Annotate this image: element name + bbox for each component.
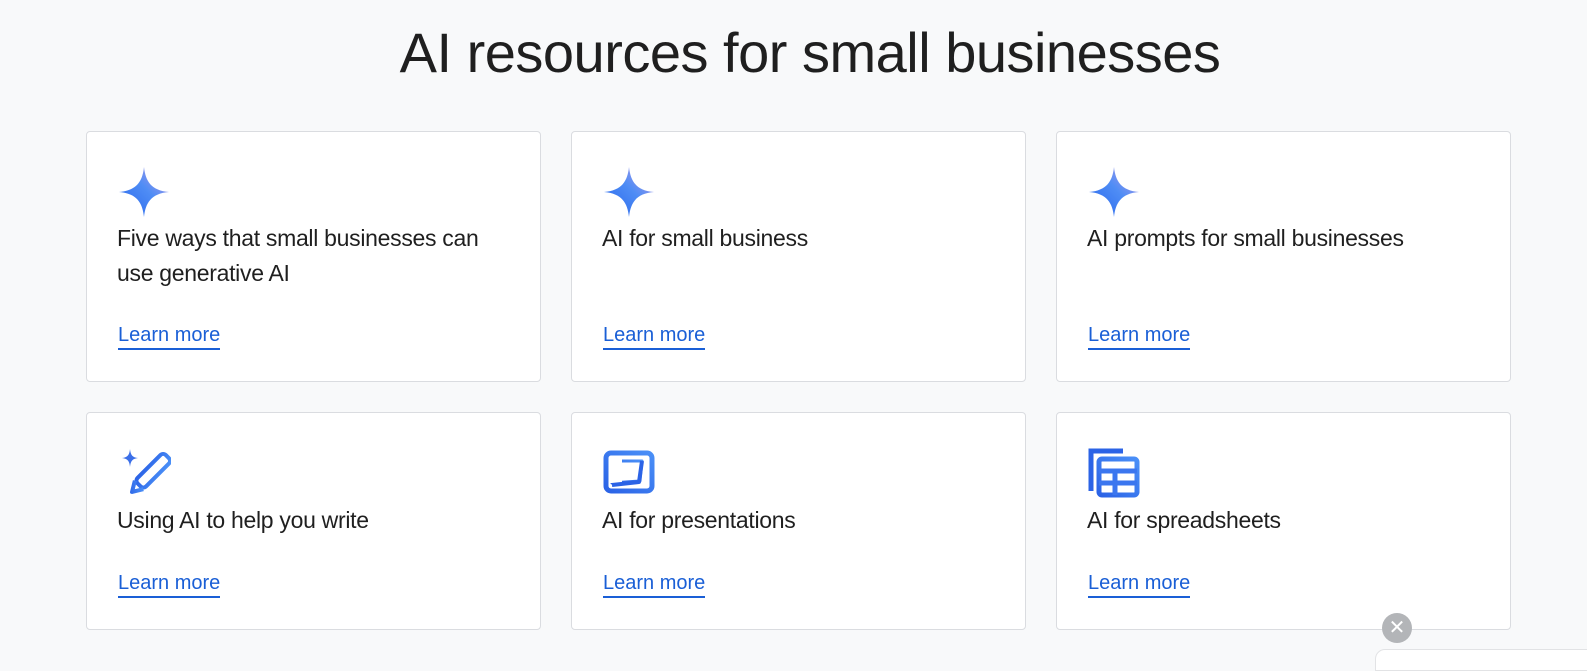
gemini-sparkle-icon: [119, 167, 169, 217]
close-icon: ✕: [1388, 617, 1406, 639]
gemini-sparkle-icon: [604, 167, 654, 217]
sheets-icon: [1088, 448, 1140, 498]
chat-popup-edge: [1375, 649, 1587, 671]
resource-card-ai-writing: Using AI to help you write Learn more: [86, 412, 541, 630]
card-title: AI for small business: [602, 225, 808, 251]
resource-card-ai-prompts: AI prompts for small businesses Learn mo…: [1056, 131, 1511, 382]
card-title: Five ways that small businesses can use …: [117, 225, 479, 286]
learn-more-link[interactable]: Learn more: [118, 323, 221, 350]
resource-card-ai-spreadsheets: AI for spreadsheets Learn more: [1056, 412, 1511, 630]
resource-card-generative-ai: Five ways that small businesses can use …: [86, 131, 541, 382]
learn-more-link[interactable]: Learn more: [603, 571, 706, 598]
page-title: AI resources for small businesses: [399, 21, 1221, 84]
card-title: AI for presentations: [602, 507, 796, 533]
card-title: Using AI to help you write: [117, 507, 369, 533]
close-button[interactable]: ✕: [1382, 613, 1412, 643]
card-title: AI prompts for small businesses: [1087, 225, 1404, 251]
gemini-sparkle-icon: [1089, 167, 1139, 217]
resource-card-ai-small-business: AI for small business Learn more: [571, 131, 1026, 382]
learn-more-link[interactable]: Learn more: [1088, 571, 1191, 598]
learn-more-link[interactable]: Learn more: [1088, 323, 1191, 350]
slides-icon: [603, 450, 655, 494]
learn-more-link[interactable]: Learn more: [603, 323, 706, 350]
sparkle-pencil-icon: [122, 449, 171, 494]
card-title: AI for spreadsheets: [1087, 507, 1281, 533]
learn-more-link[interactable]: Learn more: [118, 571, 221, 598]
resource-card-ai-presentations: AI for presentations Learn more: [571, 412, 1026, 630]
